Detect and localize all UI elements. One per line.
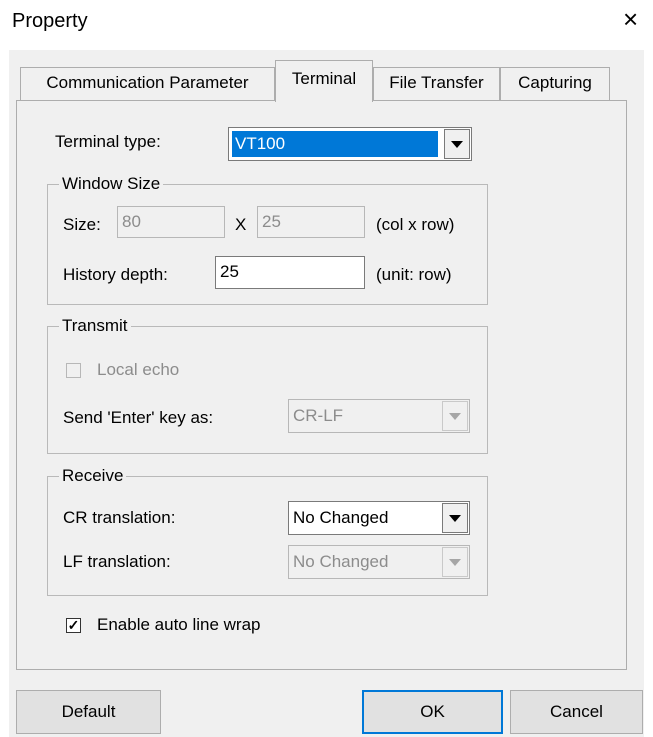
send-enter-value: CR-LF: [293, 406, 344, 425]
history-depth-input[interactable]: 25: [215, 256, 365, 289]
auto-line-wrap-checkbox[interactable]: ✓: [66, 618, 81, 633]
x-separator-label: X: [235, 215, 247, 234]
local-echo-checkbox[interactable]: [66, 363, 81, 378]
terminal-type-value: VT100: [232, 131, 438, 157]
send-enter-dropdown-button[interactable]: [442, 401, 468, 431]
send-enter-select[interactable]: CR-LF: [288, 399, 470, 433]
col-row-unit-label: (col x row): [376, 215, 455, 234]
history-depth-label: History depth:: [63, 265, 168, 284]
chevron-down-icon: [451, 141, 463, 148]
tab-file-transfer[interactable]: File Transfer: [373, 67, 500, 100]
lf-translation-select[interactable]: No Changed: [288, 545, 470, 579]
transmit-group: [47, 326, 488, 454]
lf-translation-value: No Changed: [293, 552, 389, 571]
cr-translation-label: CR translation:: [63, 508, 176, 527]
window-size-legend: Window Size: [59, 174, 164, 194]
rows-field[interactable]: 25: [257, 206, 365, 238]
local-echo-label: Local echo: [97, 360, 180, 379]
columns-field[interactable]: 80: [117, 206, 225, 238]
chevron-down-icon: [449, 559, 461, 566]
chevron-down-icon: [449, 515, 461, 522]
default-button[interactable]: Default: [16, 690, 161, 734]
tab-capturing[interactable]: Capturing: [500, 67, 610, 100]
tab-terminal[interactable]: Terminal: [275, 60, 373, 102]
chevron-down-icon: [449, 413, 461, 420]
ok-button[interactable]: OK: [362, 690, 503, 734]
cancel-button[interactable]: Cancel: [510, 690, 643, 734]
checkmark-icon: ✓: [67, 617, 80, 633]
size-label: Size:: [63, 215, 101, 234]
terminal-type-label: Terminal type:: [55, 132, 161, 151]
tab-communication-parameter[interactable]: Communication Parameter: [20, 67, 275, 100]
terminal-type-dropdown-button[interactable]: [444, 129, 470, 159]
dialog-title: Property: [12, 10, 88, 32]
terminal-type-select[interactable]: VT100: [228, 127, 472, 161]
lf-translation-dropdown-button[interactable]: [442, 547, 468, 577]
cr-translation-value: No Changed: [293, 508, 389, 527]
cr-translation-select[interactable]: No Changed: [288, 501, 470, 535]
lf-translation-label: LF translation:: [63, 552, 171, 571]
transmit-legend: Transmit: [59, 316, 131, 336]
auto-line-wrap-label: Enable auto line wrap: [97, 615, 261, 634]
history-unit-label: (unit: row): [376, 265, 452, 284]
send-enter-label: Send 'Enter' key as:: [63, 408, 214, 427]
receive-legend: Receive: [59, 466, 127, 486]
close-icon[interactable]: ×: [623, 6, 638, 32]
cr-translation-dropdown-button[interactable]: [442, 503, 468, 533]
